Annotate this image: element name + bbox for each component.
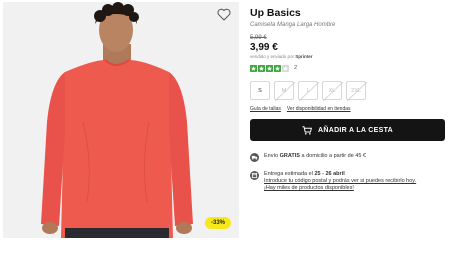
delivery-dates: 25 - 26 abril [314, 171, 345, 177]
seller-name: Sprinter [295, 54, 313, 59]
size-label: 2XL [351, 87, 361, 94]
rating-count: 2 [294, 65, 298, 71]
heart-outline-icon[interactable] [217, 8, 231, 21]
discount-badge: -33% [204, 217, 231, 229]
star-empty-icon [282, 64, 289, 72]
size-guide-link[interactable]: Guía de tallas [250, 106, 281, 112]
star-icon [274, 64, 281, 72]
size-label: M [281, 87, 287, 94]
add-to-cart-button[interactable]: AÑADIR A LA CESTA [250, 119, 445, 141]
size-label: L [306, 87, 310, 94]
cart-icon [302, 125, 313, 135]
product-image-panel[interactable]: -33% [3, 2, 239, 238]
delivery-info: Entrega estimada el 25 - 26 abril Introd… [250, 171, 446, 192]
postal-code-link[interactable]: Introduce tu código postal y podrás ver … [264, 178, 416, 185]
size-option-2xl[interactable]: 2XL [346, 81, 367, 101]
delivery-prefix: Entrega estimada el [264, 171, 315, 177]
size-option-m[interactable]: M [274, 81, 295, 101]
star-icon [258, 64, 265, 72]
size-label: XL [328, 87, 336, 94]
store-availability-link[interactable]: Ver disponibilidad en tiendas [287, 106, 351, 112]
size-option-l[interactable]: L [298, 81, 319, 101]
size-links: Guía de tallas Ver disponibilidad en tie… [250, 106, 446, 112]
size-selector: S M L XL 2XL [250, 81, 446, 101]
product-title: Up Basics [250, 7, 301, 19]
rating[interactable]: 2 [250, 64, 446, 72]
star-icon [266, 64, 273, 72]
truck-icon [250, 153, 259, 162]
size-option-s[interactable]: S [250, 81, 270, 100]
old-price: 5,99 € [250, 35, 267, 41]
product-subtitle: Camiseta Manga Larga Hombre [250, 22, 336, 28]
product-photo [3, 2, 239, 238]
size-option-xl[interactable]: XL [322, 81, 343, 101]
shipping-free: GRATIS [279, 153, 300, 159]
seller-prefix: vendido y enviado por [250, 54, 295, 59]
star-icon [250, 64, 257, 72]
shipping-prefix: Envío [264, 153, 280, 159]
current-price: 3,99 € [250, 42, 278, 53]
product-info: Up Basics Camiseta Manga Larga Hombre 5,… [250, 7, 446, 192]
shipping-suffix: a domicilio a partir de 45 € [299, 153, 367, 159]
seller-info: vendido y enviado por Sprinter [250, 54, 446, 59]
size-label: S [258, 87, 262, 94]
availability-note[interactable]: ¡Hay miles de productos disponibles! [264, 185, 416, 192]
box-icon [250, 171, 259, 180]
shipping-info: Envío GRATIS a domicilio a partir de 45 … [250, 153, 446, 162]
add-to-cart-label: AÑADIR A LA CESTA [318, 126, 393, 134]
